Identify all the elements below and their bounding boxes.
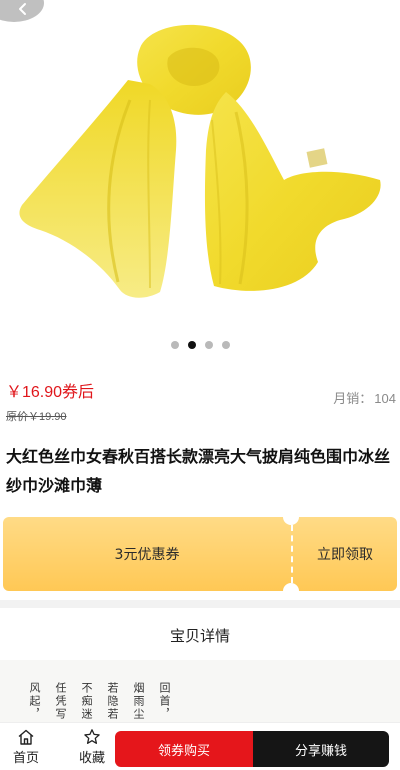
claim-coupon-button[interactable]: 立即领取 xyxy=(293,517,397,591)
product-title: 大红色丝巾女春秋百搭长款漂亮大气披肩纯色围巾冰丝纱巾沙滩巾薄 xyxy=(6,447,391,495)
home-label: 首页 xyxy=(12,750,39,766)
poem-column: 烟雨尘 xyxy=(132,682,145,721)
share-earn-button[interactable]: 分享赚钱 xyxy=(253,731,389,767)
chevron-left-icon xyxy=(19,3,26,15)
original-price: 原价￥19.90 xyxy=(6,411,67,423)
scarf-illustration xyxy=(19,24,381,298)
buy-with-coupon-button[interactable]: 领券购买 xyxy=(115,731,253,767)
poem-column: 回首， xyxy=(158,682,171,721)
sales-label: 月销： xyxy=(333,391,373,406)
carousel-dot[interactable] xyxy=(204,341,213,349)
carousel-dot[interactable] xyxy=(170,341,179,349)
original-price-row: 原价￥19.90 xyxy=(6,405,394,425)
carousel-dot[interactable] xyxy=(221,341,230,349)
detail-poem: 回首， 烟雨尘 若隐若 不痴迷 任凭写 风起， xyxy=(26,682,172,721)
detail-image: 回首， 烟雨尘 若隐若 不痴迷 任凭写 风起， xyxy=(0,660,400,730)
carousel-dot-active[interactable] xyxy=(187,341,196,349)
favorite-button[interactable]: 收藏 xyxy=(66,728,118,766)
bottom-action-bar: 首页 收藏 领券购买 分享赚钱 xyxy=(0,722,400,770)
home-nav-button[interactable]: 首页 xyxy=(0,728,52,766)
coupon-price: ￥16.90券后 xyxy=(6,384,95,401)
poem-column: 若隐若 xyxy=(106,682,119,721)
poem-column: 任凭写 xyxy=(54,682,67,721)
coupon-card[interactable]: 3元优惠券 立即领取 xyxy=(3,517,397,591)
poem-column: 不痴迷 xyxy=(80,682,93,721)
star-icon xyxy=(84,728,100,744)
home-icon xyxy=(18,729,34,745)
favorite-label: 收藏 xyxy=(78,750,105,766)
poem-column: 风起， xyxy=(28,682,41,721)
coupon-label: 3元优惠券 xyxy=(114,547,180,563)
detail-heading: 宝贝详情 xyxy=(169,626,230,645)
sales-value: 104 xyxy=(374,391,396,406)
carousel-indicator xyxy=(0,341,400,349)
section-divider xyxy=(0,600,400,608)
product-image[interactable] xyxy=(0,0,400,330)
monthly-sales: 月销： 104 xyxy=(331,388,396,407)
